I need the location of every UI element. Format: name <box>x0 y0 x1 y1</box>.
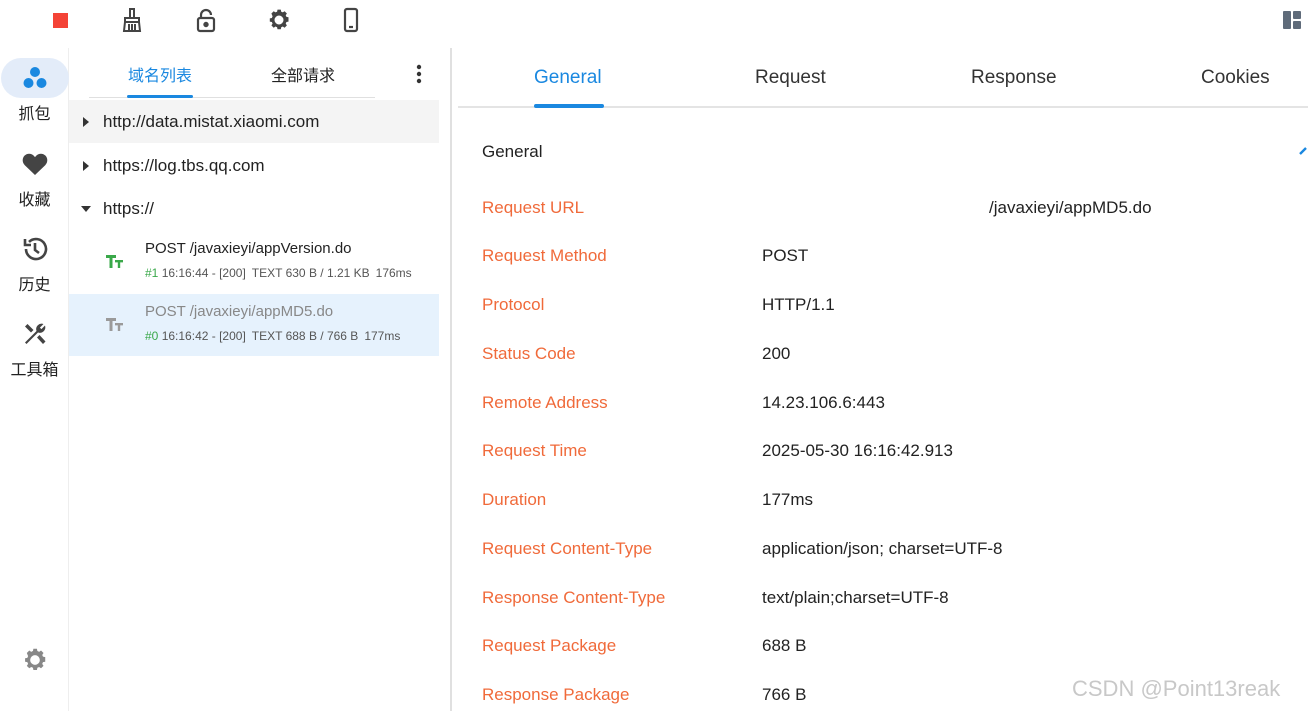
more-menu-icon[interactable] <box>411 62 427 86</box>
text-type-icon <box>106 318 123 331</box>
stop-icon[interactable] <box>46 6 74 34</box>
nav-label: 历史 <box>18 277 51 294</box>
field-value: /javaxieyi/appMD5.do <box>989 198 1152 217</box>
capture-icon <box>0 58 69 98</box>
tab-underline <box>534 104 604 108</box>
left-nav: 抓包 收藏 历史 工具箱 <box>0 48 69 711</box>
tab-underline <box>127 95 193 98</box>
tab-response[interactable]: Response <box>971 67 1057 89</box>
nav-item-capture[interactable]: 抓包 <box>0 58 69 124</box>
domain-row[interactable]: https:// <box>69 187 439 230</box>
tab-request[interactable]: Request <box>755 67 826 89</box>
nav-settings[interactable] <box>0 640 69 680</box>
tab-domain-list[interactable]: 域名列表 <box>128 62 192 86</box>
field-key: Response Package <box>482 685 630 704</box>
field-key: Remote Address <box>482 393 608 412</box>
nav-item-favorites[interactable]: 收藏 <box>0 144 69 210</box>
nav-label: 抓包 <box>18 106 51 123</box>
field-value: 688 B <box>762 636 807 655</box>
request-meta: #0 16:16:42 - [200] TEXT 688 B / 766 B 177… <box>145 329 401 343</box>
request-meta: #1 16:16:44 - [200] TEXT 630 B / 1.21 KB 1… <box>145 266 412 280</box>
tab-general[interactable]: General <box>534 67 602 89</box>
request-row[interactable]: POST /javaxieyi/appVersion.do #1 16:16:4… <box>69 231 439 293</box>
caret-right-icon[interactable] <box>69 160 103 171</box>
domain-host: https://log.tbs.qq.com <box>103 155 265 175</box>
watermark: CSDN @Point13reak <box>1072 676 1281 701</box>
field-key: Request Time <box>482 441 587 460</box>
broom-icon[interactable] <box>118 6 146 34</box>
field-value: 200 <box>762 344 791 363</box>
request-row-selected[interactable]: POST /javaxieyi/appMD5.do #0 16:16:42 - … <box>69 294 439 356</box>
detail-tabs: General Request Response Cookies <box>458 48 1308 108</box>
list-tabs: 域名列表 全部请求 <box>89 48 375 98</box>
top-toolbar <box>0 0 1308 44</box>
field-key: Request Method <box>482 246 607 265</box>
domain-list-panel: 域名列表 全部请求 http://data.mistat.xiaomi.com … <box>69 48 452 711</box>
domain-row[interactable]: http://data.mistat.xiaomi.com <box>69 100 439 143</box>
field-value: HTTP/1.1 <box>762 295 835 314</box>
text-type-icon <box>106 255 123 268</box>
field-key: Protocol <box>482 295 545 314</box>
gear-icon[interactable] <box>265 6 293 34</box>
heart-icon <box>1 144 69 184</box>
request-path: POST /javaxieyi/appVersion.do <box>145 240 352 257</box>
tab-cookies[interactable]: Cookies <box>1201 67 1270 89</box>
field-value: 766 B <box>762 685 807 704</box>
caret-down-icon[interactable] <box>69 205 103 213</box>
domain-host: https:// <box>103 198 155 218</box>
lock-icon[interactable] <box>192 6 220 34</box>
field-key: Response Content-Type <box>482 588 666 607</box>
field-value: 177ms <box>762 490 814 509</box>
tools-icon <box>1 314 69 354</box>
nav-label: 收藏 <box>18 192 51 209</box>
field-key: Duration <box>482 490 547 509</box>
tab-all-requests[interactable]: 全部请求 <box>271 62 335 86</box>
field-key: Request URL <box>482 198 585 217</box>
domain-host: http://data.mistat.xiaomi.com <box>103 111 320 131</box>
field-key: Status Code <box>482 344 576 363</box>
nav-label: 工具箱 <box>10 362 59 379</box>
field-value: application/json; charset=UTF-8 <box>762 539 1003 558</box>
section-title: General <box>482 142 543 161</box>
collapse-chevron-icon[interactable] <box>1298 144 1308 158</box>
nav-item-toolbox[interactable]: 工具箱 <box>0 314 69 380</box>
field-key: Request Content-Type <box>482 539 653 558</box>
field-value: 2025-05-30 16:16:42.913 <box>762 441 953 460</box>
phone-icon[interactable] <box>337 6 365 34</box>
request-path: POST /javaxieyi/appMD5.do <box>145 303 334 320</box>
layout-icon[interactable] <box>1278 6 1306 34</box>
detail-panel: General Request Response Cookies General… <box>458 48 1308 711</box>
field-value: POST <box>762 246 809 265</box>
field-key: Request Package <box>482 636 617 655</box>
nav-item-history[interactable]: 历史 <box>0 229 69 295</box>
caret-right-icon[interactable] <box>69 116 103 127</box>
field-value: text/plain;charset=UTF-8 <box>762 588 949 607</box>
gear-icon <box>1 640 69 680</box>
domain-row[interactable]: https://log.tbs.qq.com <box>69 144 439 187</box>
history-icon <box>1 229 69 269</box>
field-value: 14.23.106.6:443 <box>762 393 885 412</box>
